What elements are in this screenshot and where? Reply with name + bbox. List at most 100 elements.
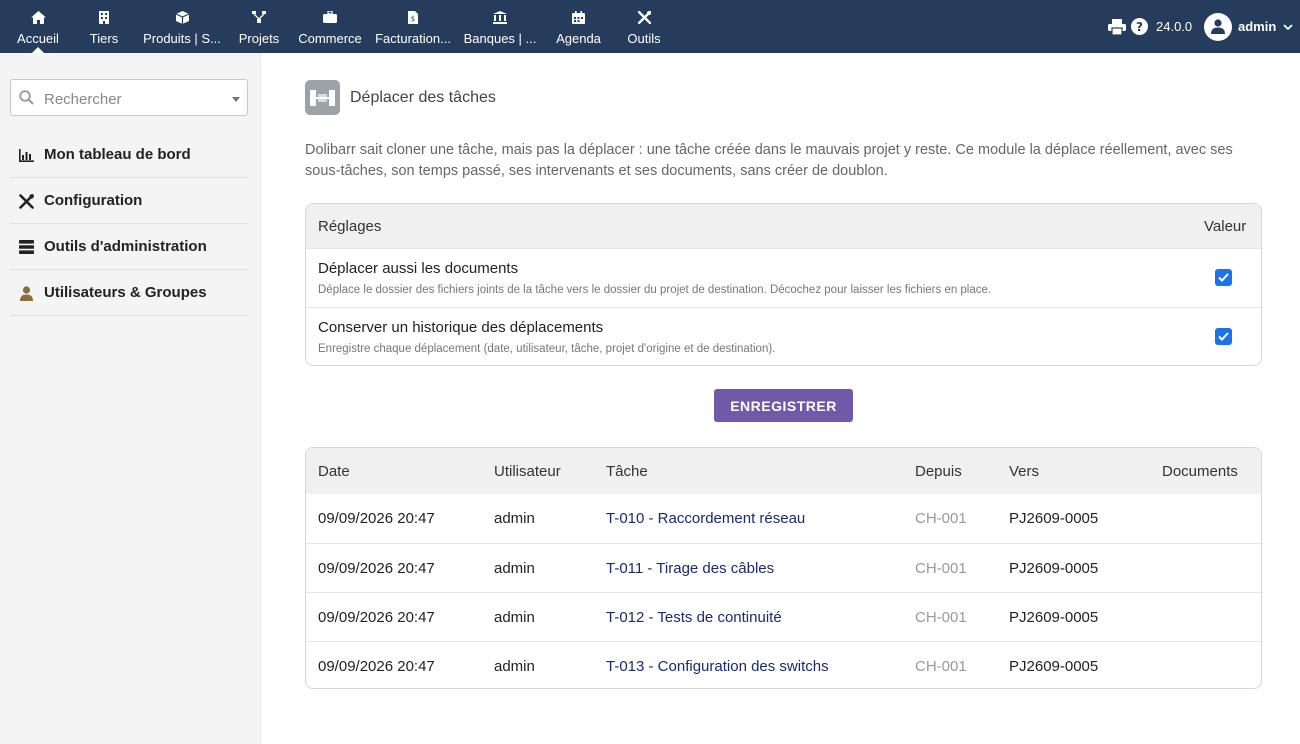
cell-to: PJ2609-0005 xyxy=(1009,609,1099,626)
cell-date: 09/09/2026 20:47 xyxy=(318,560,435,577)
cell-from: CH-001 xyxy=(915,658,967,675)
save-button[interactable]: ENREGISTRER xyxy=(714,389,853,422)
user-name: admin xyxy=(1238,19,1277,34)
setting-title: Déplacer aussi les documents xyxy=(318,260,519,277)
sidebar-item-label: Utilisateurs & Groupes xyxy=(44,284,207,301)
tools-icon xyxy=(619,9,669,25)
history-body: 09/09/2026 20:47 admin T-010 - Raccordem… xyxy=(306,494,1261,688)
help-icon[interactable]: ? xyxy=(1131,0,1148,53)
settings-header-name: Réglages xyxy=(318,218,382,235)
nav-item-agenda[interactable]: Agenda xyxy=(551,0,606,53)
page-title: Déplacer des tâches xyxy=(350,89,496,106)
cell-to: PJ2609-0005 xyxy=(1009,658,1099,675)
cell-user: admin xyxy=(494,658,535,675)
home-icon xyxy=(8,9,68,25)
page-description: Dolibarr sait cloner une tâche, mais pas… xyxy=(305,142,1233,179)
user-menu[interactable]: admin xyxy=(1204,0,1293,53)
nav-item-banques[interactable]: Banques | ... xyxy=(460,0,540,53)
move-history-table: Date Utilisateur Tâche Depuis Vers Docum… xyxy=(305,447,1262,689)
print-icon[interactable] xyxy=(1108,0,1126,53)
main-content: Déplacer des tâches Dolibarr sait cloner… xyxy=(261,53,1300,744)
sidebar: Rechercher Mon tableau de bord Configura… xyxy=(0,53,261,744)
nav-item-produits[interactable]: Produits | S... xyxy=(140,0,224,53)
cell-date: 09/09/2026 20:47 xyxy=(318,658,435,675)
move-documents-checkbox[interactable] xyxy=(1215,269,1232,286)
invoice-icon: $ xyxy=(370,9,456,25)
user-icon xyxy=(18,285,34,301)
cell-date: 09/09/2026 20:47 xyxy=(318,609,435,626)
setting-description: Déplace le dossier des fichiers joints d… xyxy=(318,284,992,296)
svg-text:$: $ xyxy=(411,15,415,23)
nav-item-projets[interactable]: Projets xyxy=(233,0,285,53)
setting-title: Conserver un historique des déplacements xyxy=(318,319,604,336)
cell-to: PJ2609-0005 xyxy=(1009,560,1099,577)
nav-label: Outils xyxy=(627,31,661,46)
top-navbar: Accueil Tiers Produits | S... Projets Co… xyxy=(0,0,1300,53)
col-header-date: Date xyxy=(318,463,350,480)
col-header-user: Utilisateur xyxy=(494,463,561,480)
search-icon xyxy=(19,90,34,110)
cell-user: admin xyxy=(494,609,535,626)
nav-label: Facturation... xyxy=(375,31,451,46)
sidebar-item-configuration[interactable]: Configuration xyxy=(10,178,248,224)
table-row: 09/09/2026 20:47 admin T-011 - Tirage de… xyxy=(306,543,1261,592)
cell-user: admin xyxy=(494,560,535,577)
nav-item-commerce[interactable]: Commerce xyxy=(294,0,366,53)
search-placeholder: Rechercher xyxy=(44,91,122,108)
nav-label: Accueil xyxy=(17,31,59,46)
table-row: 09/09/2026 20:47 admin T-012 - Tests de … xyxy=(306,592,1261,641)
tools-icon xyxy=(18,193,34,209)
search-input[interactable]: Rechercher xyxy=(10,79,248,116)
nav-label: Projets xyxy=(238,31,280,46)
cell-to: PJ2609-0005 xyxy=(1009,510,1099,527)
settings-table: Réglages Valeur Déplacer aussi les docum… xyxy=(305,203,1262,366)
setting-row-keep-history: Conserver un historique des déplacements… xyxy=(306,307,1261,365)
cell-date: 09/09/2026 20:47 xyxy=(318,510,435,527)
avatar xyxy=(1204,12,1232,41)
col-header-from: Depuis xyxy=(915,463,962,480)
sidebar-item-dashboard[interactable]: Mon tableau de bord xyxy=(10,132,248,178)
nav-label: Tiers xyxy=(89,31,119,46)
server-icon xyxy=(18,239,34,255)
nav-item-facturation[interactable]: $ Facturation... xyxy=(370,0,456,53)
task-link[interactable]: T-011 - Tirage des câbles xyxy=(606,560,774,577)
task-link[interactable]: T-012 - Tests de continuité xyxy=(606,609,782,626)
table-row: 09/09/2026 20:47 admin T-010 - Raccordem… xyxy=(306,494,1261,543)
table-row: 09/09/2026 20:47 admin T-013 - Configura… xyxy=(306,641,1261,688)
chart-icon xyxy=(18,147,34,163)
cell-from: CH-001 xyxy=(915,510,967,527)
nav-label: Produits | S... xyxy=(143,31,221,46)
cube-icon xyxy=(140,9,224,25)
chevron-down-icon xyxy=(1283,18,1293,36)
nav-label: Banques | ... xyxy=(463,31,537,46)
settings-header: Réglages Valeur xyxy=(306,204,1261,248)
setting-row-move-documents: Déplacer aussi les documents Déplace le … xyxy=(306,248,1261,307)
col-header-task: Tâche xyxy=(606,463,648,480)
sidebar-item-users-groups[interactable]: Utilisateurs & Groupes xyxy=(10,270,248,316)
setting-description: Enregistre chaque déplacement (date, uti… xyxy=(318,343,776,355)
bank-icon xyxy=(460,9,540,25)
nav-label: Agenda xyxy=(556,31,601,46)
nav-label: Commerce xyxy=(298,31,362,46)
col-header-to: Vers xyxy=(1009,463,1040,480)
nav-item-accueil[interactable]: Accueil xyxy=(8,0,68,53)
calendar-icon xyxy=(551,9,606,25)
sidebar-item-label: Outils d'administration xyxy=(44,238,207,255)
briefcase-icon xyxy=(294,9,366,25)
settings-header-value: Valeur xyxy=(1204,218,1247,235)
task-link[interactable]: T-013 - Configuration des switchs xyxy=(606,658,829,675)
dropdown-caret-icon[interactable] xyxy=(232,97,240,102)
cell-from: CH-001 xyxy=(915,560,967,577)
nav-item-tiers[interactable]: Tiers xyxy=(79,0,129,53)
col-header-documents: Documents xyxy=(1162,463,1238,480)
nav-item-outils[interactable]: Outils xyxy=(619,0,669,53)
keep-history-checkbox[interactable] xyxy=(1215,328,1232,345)
sidebar-item-admin-tools[interactable]: Outils d'administration xyxy=(10,224,248,270)
task-link[interactable]: T-010 - Raccordement réseau xyxy=(606,510,805,527)
sidebar-item-label: Configuration xyxy=(44,192,143,209)
history-header: Date Utilisateur Tâche Depuis Vers Docum… xyxy=(306,448,1261,494)
svg-text:?: ? xyxy=(1136,20,1143,34)
version-label: 24.0.0 xyxy=(1156,19,1193,34)
cell-user: admin xyxy=(494,510,535,527)
sitemap-icon xyxy=(233,9,285,25)
